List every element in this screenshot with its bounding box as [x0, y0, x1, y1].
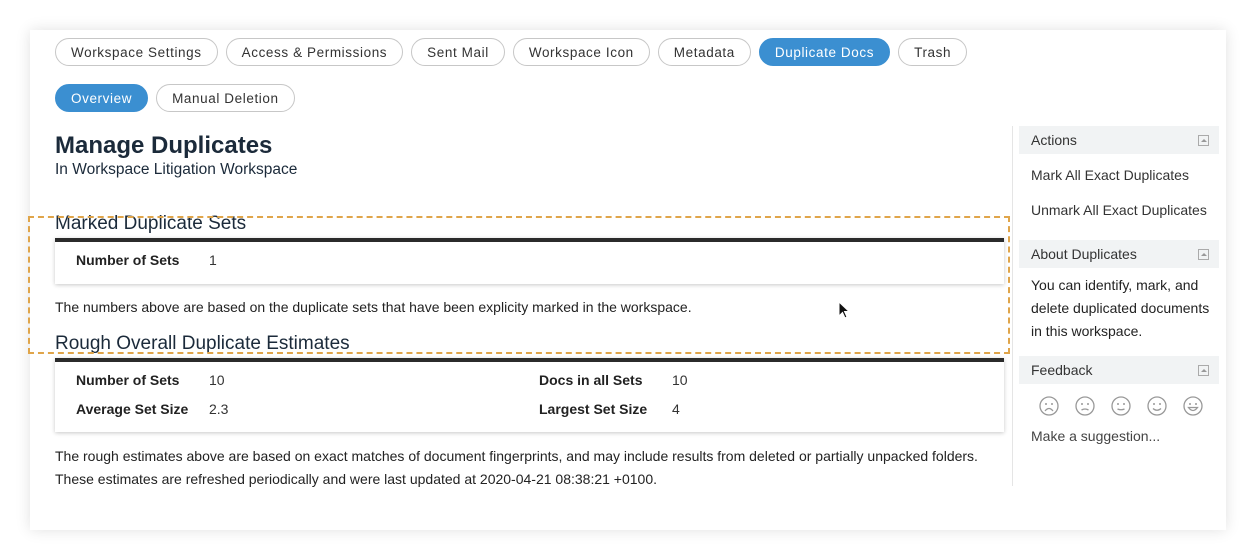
tab-metadata[interactable]: Metadata [657, 38, 751, 66]
feedback-faces [1013, 384, 1219, 416]
about-header[interactable]: About Duplicates [1019, 240, 1219, 268]
rough-avg-value: 2.3 [209, 401, 229, 417]
rough-sets-label: Number of Sets [76, 372, 180, 388]
rough-largest-value: 4 [672, 401, 680, 417]
neutral-face-icon[interactable] [1111, 396, 1131, 416]
rough-section: Rough Overall Duplicate Estimates Number… [55, 332, 1004, 491]
very-happy-face-icon[interactable] [1183, 396, 1203, 416]
feedback-title: Feedback [1031, 362, 1093, 378]
rough-docs-value: 10 [672, 372, 688, 388]
tab-trash[interactable]: Trash [898, 38, 968, 66]
collapse-icon[interactable] [1198, 364, 1209, 376]
mouse-cursor-icon [838, 301, 851, 319]
rough-sets-value: 10 [209, 372, 225, 388]
rough-docs-label: Docs in all Sets [539, 372, 643, 388]
highlight-box [28, 216, 1010, 354]
tab-workspace-settings[interactable]: Workspace Settings [55, 38, 218, 66]
page-title: Manage Duplicates [55, 132, 273, 159]
sidebar: Actions Mark All Exact Duplicates Unmark… [1012, 126, 1219, 486]
unhappy-face-icon[interactable] [1075, 396, 1095, 416]
very-unhappy-face-icon[interactable] [1039, 396, 1059, 416]
tab-duplicate-docs[interactable]: Duplicate Docs [758, 38, 891, 66]
about-title: About Duplicates [1031, 246, 1137, 262]
collapse-icon[interactable] [1198, 248, 1209, 260]
unmark-all-exact-duplicates-link[interactable]: Unmark All Exact Duplicates [1013, 193, 1219, 228]
tab-workspace-icon[interactable]: Workspace Icon [512, 38, 650, 66]
about-text: You can identify, mark, and delete dupli… [1031, 277, 1210, 339]
rough-largest-label: Largest Set Size [539, 401, 648, 417]
rough-avg-label: Average Set Size [76, 401, 189, 417]
duplicates-subtabbar: Overview Manual Deletion [55, 84, 295, 112]
main-content: Manage Duplicates In Workspace Litigatio… [55, 132, 1005, 487]
tab-access-permissions[interactable]: Access & Permissions [225, 38, 404, 66]
mark-all-exact-duplicates-link[interactable]: Mark All Exact Duplicates [1013, 158, 1219, 193]
page-subtitle: In Workspace Litigation Workspace [55, 161, 298, 178]
happy-face-icon[interactable] [1147, 396, 1167, 416]
collapse-icon[interactable] [1198, 134, 1209, 146]
rough-note: The rough estimates above are based on e… [55, 448, 978, 487]
subtab-manual-deletion[interactable]: Manual Deletion [156, 84, 295, 112]
make-suggestion-link[interactable]: Make a suggestion... [1013, 416, 1219, 444]
actions-header[interactable]: Actions [1019, 126, 1219, 154]
feedback-header[interactable]: Feedback [1019, 356, 1219, 384]
app-frame: Workspace Settings Access & Permissions … [28, 30, 1226, 530]
rough-stats-panel: Number of Sets 10 Docs in all Sets 10 Av… [55, 358, 1004, 432]
actions-title: Actions [1031, 132, 1077, 148]
settings-tabbar: Workspace Settings Access & Permissions … [55, 38, 968, 66]
subtab-overview[interactable]: Overview [55, 84, 149, 112]
tab-sent-mail[interactable]: Sent Mail [411, 38, 505, 66]
